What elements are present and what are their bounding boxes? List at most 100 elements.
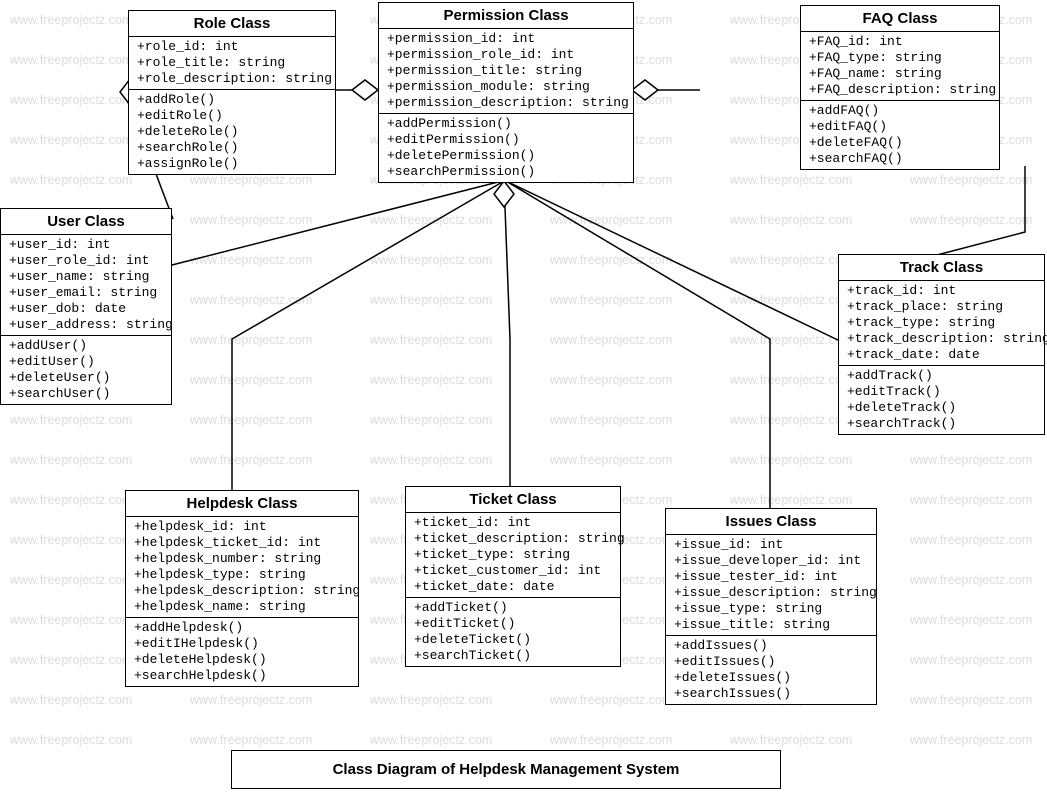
class-member: +searchHelpdesk() <box>134 668 350 684</box>
class-member: +searchRole() <box>137 140 327 156</box>
class-operations: +addFAQ()+editFAQ()+deleteFAQ()+searchFA… <box>801 101 999 169</box>
watermark-text: www.freeprojectz.com <box>190 733 312 747</box>
class-member: +editIssues() <box>674 654 868 670</box>
class-member: +deleteRole() <box>137 124 327 140</box>
class-member: +permission_module: string <box>387 79 625 95</box>
class-member: +role_title: string <box>137 55 327 71</box>
class-member: +FAQ_description: string <box>809 82 991 98</box>
class-member: +permission_title: string <box>387 63 625 79</box>
watermark-text: www.freeprojectz.com <box>910 693 1032 707</box>
class-user: User Class +user_id: int+user_role_id: i… <box>0 208 172 405</box>
class-member: +permission_description: string <box>387 95 625 111</box>
watermark-text: www.freeprojectz.com <box>910 653 1032 667</box>
watermark-text: www.freeprojectz.com <box>370 253 492 267</box>
watermark-text: www.freeprojectz.com <box>370 453 492 467</box>
watermark-text: www.freeprojectz.com <box>730 453 852 467</box>
class-member: +track_id: int <box>847 283 1036 299</box>
class-member: +user_role_id: int <box>9 253 163 269</box>
class-permission: Permission Class +permission_id: int+per… <box>378 2 634 183</box>
class-member: +addPermission() <box>387 116 625 132</box>
class-member: +helpdesk_type: string <box>134 567 350 583</box>
class-member: +user_email: string <box>9 285 163 301</box>
class-title: FAQ Class <box>801 6 999 32</box>
class-attributes: +issue_id: int+issue_developer_id: int+i… <box>666 535 876 636</box>
watermark-text: www.freeprojectz.com <box>10 93 132 107</box>
class-member: +track_place: string <box>847 299 1036 315</box>
class-member: +permission_role_id: int <box>387 47 625 63</box>
class-member: +searchTrack() <box>847 416 1036 432</box>
class-attributes: +user_id: int+user_role_id: int+user_nam… <box>1 235 171 336</box>
watermark-text: www.freeprojectz.com <box>730 733 852 747</box>
watermark-text: www.freeprojectz.com <box>910 733 1032 747</box>
class-operations: +addUser()+editUser()+deleteUser()+searc… <box>1 336 171 404</box>
watermark-text: www.freeprojectz.com <box>10 613 132 627</box>
watermark-text: www.freeprojectz.com <box>190 413 312 427</box>
class-operations: +addHelpdesk()+editIHelpdesk()+deleteHel… <box>126 618 358 686</box>
class-member: +FAQ_id: int <box>809 34 991 50</box>
class-member: +issue_type: string <box>674 601 868 617</box>
watermark-text: www.freeprojectz.com <box>10 493 132 507</box>
watermark-text: www.freeprojectz.com <box>10 693 132 707</box>
class-title: Issues Class <box>666 509 876 535</box>
watermark-text: www.freeprojectz.com <box>370 213 492 227</box>
class-member: +deleteTicket() <box>414 632 612 648</box>
watermark-text: www.freeprojectz.com <box>550 413 672 427</box>
class-member: +user_id: int <box>9 237 163 253</box>
watermark-text: www.freeprojectz.com <box>550 213 672 227</box>
class-role: Role Class +role_id: int+role_title: str… <box>128 10 336 175</box>
class-member: +helpdesk_id: int <box>134 519 350 535</box>
class-title: Ticket Class <box>406 487 620 513</box>
watermark-text: www.freeprojectz.com <box>10 413 132 427</box>
watermark-text: www.freeprojectz.com <box>550 373 672 387</box>
watermark-text: www.freeprojectz.com <box>190 173 312 187</box>
watermark-text: www.freeprojectz.com <box>10 653 132 667</box>
watermark-text: www.freeprojectz.com <box>730 213 852 227</box>
class-member: +searchPermission() <box>387 164 625 180</box>
watermark-text: www.freeprojectz.com <box>730 173 852 187</box>
class-member: +addRole() <box>137 92 327 108</box>
class-member: +editIHelpdesk() <box>134 636 350 652</box>
class-title: Permission Class <box>379 3 633 29</box>
class-member: +FAQ_type: string <box>809 50 991 66</box>
class-attributes: +track_id: int+track_place: string+track… <box>839 281 1044 366</box>
watermark-text: www.freeprojectz.com <box>730 253 852 267</box>
class-member: +permission_id: int <box>387 31 625 47</box>
watermark-text: www.freeprojectz.com <box>10 573 132 587</box>
caption-text: Class Diagram of Helpdesk Management Sys… <box>333 761 680 778</box>
watermark-text: www.freeprojectz.com <box>370 333 492 347</box>
class-attributes: +helpdesk_id: int+helpdesk_ticket_id: in… <box>126 517 358 618</box>
class-member: +deleteTrack() <box>847 400 1036 416</box>
class-member: +ticket_id: int <box>414 515 612 531</box>
watermark-text: www.freeprojectz.com <box>10 533 132 547</box>
watermark-text: www.freeprojectz.com <box>730 373 852 387</box>
watermark-text: www.freeprojectz.com <box>730 493 852 507</box>
watermark-text: www.freeprojectz.com <box>10 733 132 747</box>
class-member: +deleteIssues() <box>674 670 868 686</box>
class-member: +addHelpdesk() <box>134 620 350 636</box>
class-operations: +addTrack()+editTrack()+deleteTrack()+se… <box>839 366 1044 434</box>
class-member: +issue_developer_id: int <box>674 553 868 569</box>
watermark-text: www.freeprojectz.com <box>370 733 492 747</box>
class-member: +addUser() <box>9 338 163 354</box>
class-member: +issue_tester_id: int <box>674 569 868 585</box>
watermark-text: www.freeprojectz.com <box>10 53 132 67</box>
watermark-text: www.freeprojectz.com <box>730 293 852 307</box>
class-track: Track Class +track_id: int+track_place: … <box>838 254 1045 435</box>
watermark-text: www.freeprojectz.com <box>910 613 1032 627</box>
class-title: Helpdesk Class <box>126 491 358 517</box>
class-member: +editPermission() <box>387 132 625 148</box>
class-title: Track Class <box>839 255 1044 281</box>
class-title: User Class <box>1 209 171 235</box>
watermark-text: www.freeprojectz.com <box>910 573 1032 587</box>
class-member: +addIssues() <box>674 638 868 654</box>
class-member: +editTrack() <box>847 384 1036 400</box>
class-member: +user_name: string <box>9 269 163 285</box>
watermark-text: www.freeprojectz.com <box>910 213 1032 227</box>
class-member: +assignRole() <box>137 156 327 172</box>
diagram-caption: Class Diagram of Helpdesk Management Sys… <box>231 750 781 789</box>
class-member: +issue_id: int <box>674 537 868 553</box>
class-member: +editFAQ() <box>809 119 991 135</box>
watermark-text: www.freeprojectz.com <box>730 333 852 347</box>
class-member: +issue_description: string <box>674 585 868 601</box>
class-member: +addTrack() <box>847 368 1036 384</box>
